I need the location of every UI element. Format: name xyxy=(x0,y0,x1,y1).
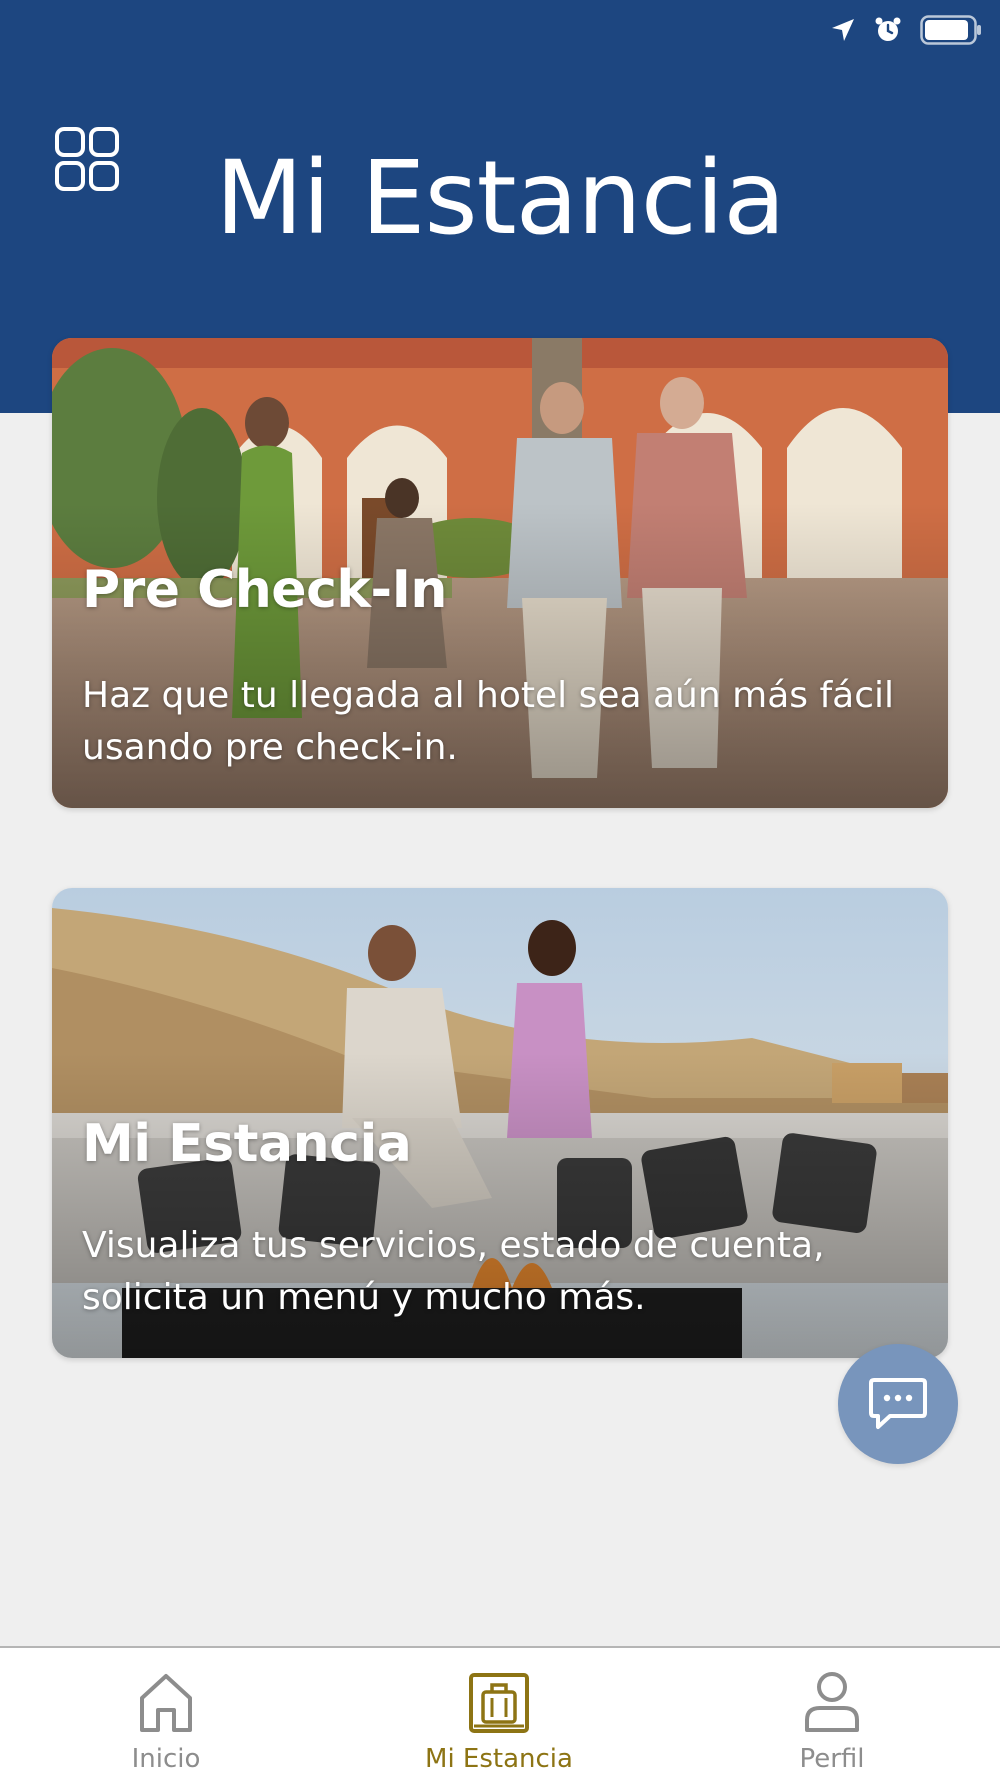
alarm-clock-icon xyxy=(874,16,902,44)
chat-button[interactable] xyxy=(838,1344,958,1464)
status-bar xyxy=(830,10,982,50)
card-description: Visualiza tus servicios, estado de cuent… xyxy=(82,1225,825,1318)
person-icon xyxy=(805,1672,859,1732)
nav-label: Mi Estancia xyxy=(425,1744,573,1774)
luggage-icon xyxy=(469,1673,529,1733)
pre-checkin-card[interactable]: Pre Check-In Haz que tu llegada al hotel… xyxy=(52,338,948,808)
card-description: Haz que tu llegada al hotel sea aún más … xyxy=(82,675,894,768)
battery-icon xyxy=(920,15,982,45)
nav-label: Inicio xyxy=(131,1744,201,1774)
nav-label: Perfil xyxy=(799,1744,865,1774)
nav-item-inicio[interactable]: Inicio xyxy=(66,1648,266,1778)
location-arrow-icon xyxy=(830,17,856,43)
home-icon xyxy=(140,1674,192,1732)
nav-item-perfil[interactable]: Perfil xyxy=(732,1648,932,1778)
bottom-nav: Inicio Mi Estancia Perfil xyxy=(0,1646,1000,1778)
page-title: Mi Estancia xyxy=(215,139,785,258)
card-title: Mi Estancia xyxy=(82,1114,412,1174)
card-title: Pre Check-In xyxy=(82,560,447,620)
chat-bubble-icon xyxy=(869,1378,927,1429)
nav-item-mi-estancia[interactable]: Mi Estancia xyxy=(399,1648,599,1778)
mi-estancia-card[interactable]: Mi Estancia Visualiza tus servicios, est… xyxy=(52,888,948,1358)
